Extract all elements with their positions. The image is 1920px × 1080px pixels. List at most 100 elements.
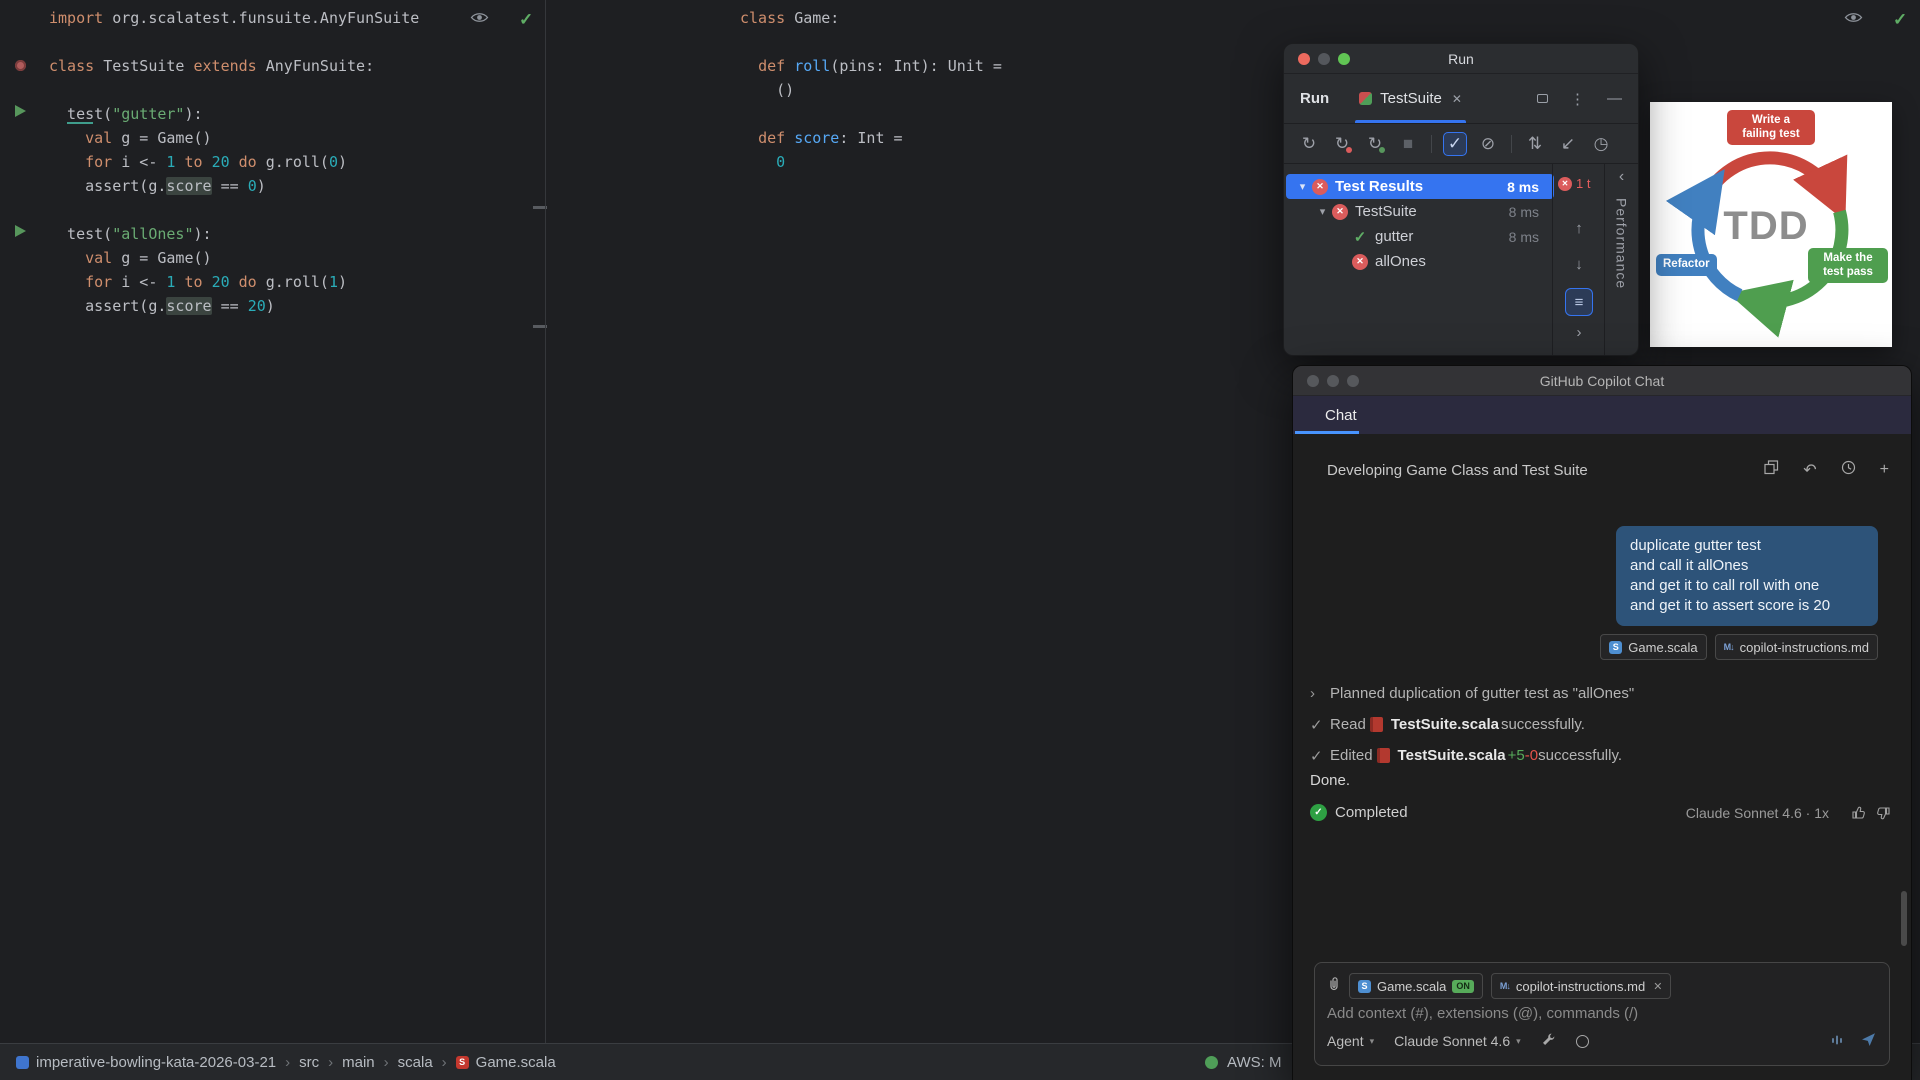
test-tree-row[interactable]: ✓gutter8 ms (1286, 224, 1554, 249)
code-line: for i <- 1 to 20 do g.roll(1) (49, 270, 419, 294)
collapse-icon[interactable]: ‹ (1605, 164, 1638, 190)
rerun-icon[interactable]: ↻ (1297, 132, 1321, 156)
aws-status-widget[interactable]: AWS: M (1227, 1054, 1281, 1071)
editor-pane-testsuite[interactable]: import org.scalatest.funsuite.AnyFunSuit… (0, 0, 545, 1043)
test-name: allOnes (1375, 253, 1426, 270)
run-class-gutter-icon[interactable] (15, 60, 26, 71)
breadcrumb-item[interactable]: main (342, 1054, 375, 1071)
zoom-window-icon[interactable] (1347, 375, 1359, 387)
code-line: test("gutter"): (49, 102, 419, 126)
breadcrumb-item[interactable]: scala (398, 1054, 433, 1071)
chat-composer[interactable]: SGame.scalaONM↓copilot-instructions.md✕ … (1314, 962, 1890, 1066)
thumbs-up-icon[interactable] (1851, 805, 1867, 821)
run-test-gutter-icon[interactable] (15, 105, 26, 117)
zoom-window-icon[interactable] (1338, 53, 1350, 65)
chevron-down-icon[interactable]: ▾ (1294, 180, 1311, 193)
assistant-done-text: Done. (1310, 772, 1350, 789)
step-text: Read (1330, 716, 1366, 733)
test-name: Test Results (1335, 178, 1423, 195)
more-options-icon[interactable]: ⋮ (1570, 90, 1585, 108)
file-name-link[interactable]: TestSuite.scala (1391, 716, 1499, 733)
stop-icon[interactable]: ■ (1396, 132, 1420, 156)
breadcrumb-item[interactable]: SGame.scala (456, 1054, 556, 1071)
plugin-status-icon[interactable] (1205, 1056, 1218, 1069)
tools-icon[interactable] (1541, 1032, 1556, 1050)
test-results-tree: ▾✕Test Results8 ms▾✕TestSuite8 ms✓gutter… (1284, 164, 1556, 274)
code-vision-eye-icon[interactable] (1844, 11, 1863, 29)
show-passed-icon[interactable]: ✓ (1443, 132, 1467, 156)
scala-file-icon: S (1609, 641, 1622, 654)
run-window-titlebar[interactable]: Run (1284, 44, 1638, 74)
agent-step: ✓Edited TestSuite.scala +5 -0 successful… (1310, 740, 1871, 771)
float-window-icon[interactable] (1537, 94, 1548, 103)
breadcrumb-separator: › (442, 1054, 447, 1071)
chevron-down-icon[interactable]: ▾ (1314, 205, 1331, 218)
user-message-line: and get it to assert score is 20 (1630, 596, 1864, 616)
attach-context-icon[interactable] (1327, 976, 1341, 997)
auto-rerun-icon[interactable]: ↻ (1363, 132, 1387, 156)
enabled-badge: ON (1452, 980, 1474, 993)
filter-tests-icon[interactable]: ≡ (1565, 288, 1593, 316)
test-history-icon[interactable]: ◷ (1589, 132, 1613, 156)
code-line (49, 78, 419, 102)
send-icon[interactable] (1860, 1031, 1877, 1051)
sort-alphabetically-icon[interactable]: ⇅ (1523, 132, 1547, 156)
inspections-ok-icon[interactable]: ✓ (519, 10, 533, 30)
expand-panel-icon[interactable]: › (1553, 324, 1605, 341)
history-icon[interactable] (1841, 460, 1856, 480)
close-tab-icon[interactable]: ✕ (1452, 92, 1462, 106)
tdd-step-refactor: Refactor (1656, 254, 1717, 276)
test-duration: 8 ms (1509, 204, 1554, 220)
hide-window-icon[interactable]: — (1607, 90, 1622, 107)
user-message-line: duplicate gutter test (1630, 536, 1864, 556)
remove-chip-icon[interactable]: ✕ (1653, 980, 1662, 993)
next-failed-test-icon[interactable]: ↓ (1553, 256, 1605, 273)
editor-split-divider[interactable] (545, 0, 546, 1043)
scrollbar-thumb[interactable] (1901, 891, 1907, 946)
breadcrumb-item[interactable]: src (299, 1054, 319, 1071)
tab-label: TestSuite (1380, 90, 1442, 107)
tab-chat[interactable]: Chat (1325, 407, 1357, 424)
file-icon (1377, 748, 1390, 763)
copilot-titlebar[interactable]: GitHub Copilot Chat (1293, 366, 1911, 396)
collections-icon[interactable] (1764, 460, 1779, 480)
rerun-failed-icon[interactable]: ↻ (1330, 132, 1354, 156)
code-line: def score: Int = (740, 126, 1002, 150)
agent-step[interactable]: ›Planned duplication of gutter test as "… (1310, 678, 1871, 709)
close-window-icon[interactable] (1307, 375, 1319, 387)
breadcrumb-separator: › (384, 1054, 389, 1071)
new-chat-icon[interactable]: + (1880, 461, 1889, 479)
context-chip[interactable]: SGame.scalaON (1349, 973, 1483, 999)
breadcrumb-item[interactable]: imperative-bowling-kata-2026-03-21 (16, 1054, 276, 1071)
code-vision-eye-icon[interactable] (470, 11, 489, 29)
performance-side-tab[interactable]: ‹ Performance (1604, 164, 1638, 355)
test-tree-row[interactable]: ✕allOnes (1286, 249, 1554, 274)
context-chip[interactable]: M↓copilot-instructions.md✕ (1491, 973, 1672, 999)
previous-failed-test-icon[interactable]: ↑ (1553, 220, 1605, 237)
thumbs-down-icon[interactable] (1875, 805, 1891, 821)
step-text: +5 (1508, 747, 1525, 764)
close-window-icon[interactable] (1298, 53, 1310, 65)
voice-input-icon[interactable] (1830, 1033, 1844, 1050)
performance-tab-label[interactable]: Performance (1614, 198, 1630, 289)
minimize-window-icon[interactable] (1318, 53, 1330, 65)
show-ignored-icon[interactable]: ⊘ (1476, 132, 1500, 156)
chat-input[interactable]: Add context (#), extensions (@), command… (1327, 1005, 1877, 1022)
test-failed-icon: ✕ (1558, 177, 1572, 191)
inspections-ok-icon[interactable]: ✓ (1893, 10, 1907, 30)
minimize-window-icon[interactable] (1327, 375, 1339, 387)
undo-icon[interactable]: ↶ (1803, 460, 1816, 480)
test-tree-row[interactable]: ▾✕Test Results8 ms (1286, 174, 1554, 199)
expand-all-icon[interactable]: ↙ (1556, 132, 1580, 156)
test-tree-row[interactable]: ▾✕TestSuite8 ms (1286, 199, 1554, 224)
run-test-gutter-icon[interactable] (15, 225, 26, 237)
context-chip[interactable]: M↓copilot-instructions.md (1715, 634, 1878, 660)
file-name-link[interactable]: TestSuite.scala (1398, 747, 1506, 764)
model-selector[interactable]: Claude Sonnet 4.6 (1394, 1033, 1510, 1049)
context-chip[interactable]: SGame.scala (1600, 634, 1706, 660)
test-duration: 8 ms (1507, 179, 1554, 195)
tab-testsuite[interactable]: TestSuite ✕ (1349, 74, 1472, 123)
mode-selector[interactable]: Agent (1327, 1033, 1364, 1049)
thread-title: Developing Game Class and Test Suite (1327, 462, 1588, 479)
rules-icon[interactable] (1576, 1035, 1589, 1048)
